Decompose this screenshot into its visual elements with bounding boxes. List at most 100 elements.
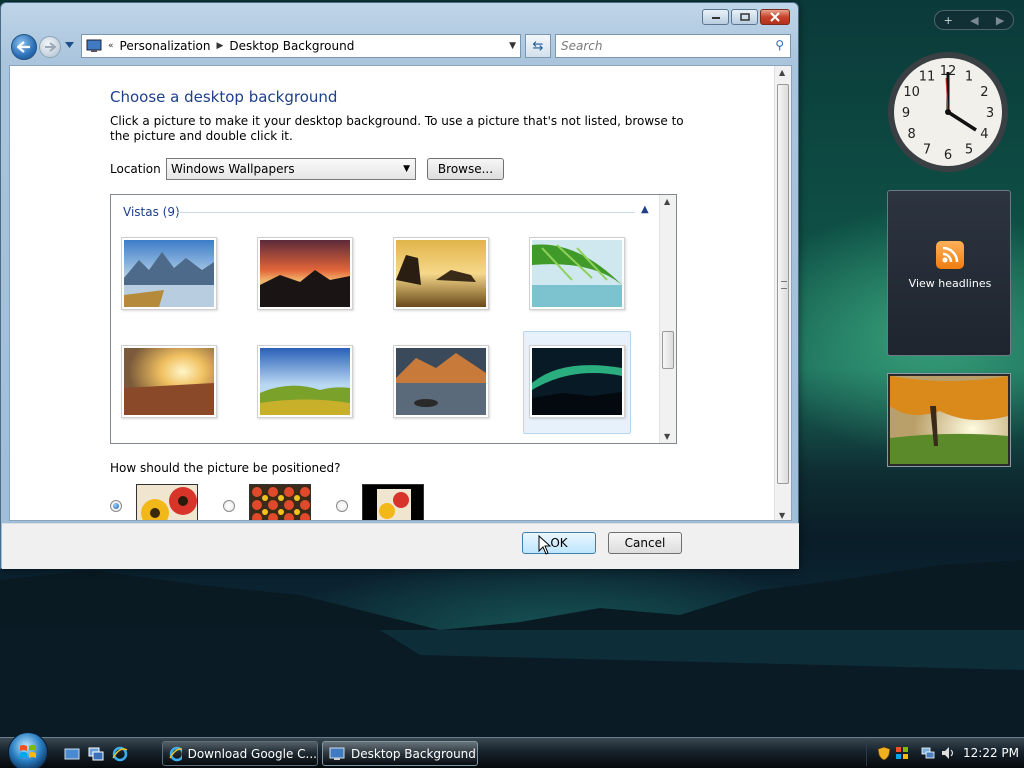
clock-numeral: 5: [965, 142, 973, 157]
collapse-group-icon[interactable]: ▲: [641, 204, 649, 215]
flower-tile-image: [250, 485, 310, 520]
chevron-down-icon: ▼: [403, 164, 410, 174]
wallpaper-image-rocky-coast: [396, 240, 486, 307]
scroll-up-icon[interactable]: ▲: [779, 68, 785, 77]
breadcrumb-overflow-icon[interactable]: «: [108, 41, 114, 51]
back-button[interactable]: [11, 34, 37, 60]
switch-windows-icon[interactable]: [88, 746, 104, 762]
mouse-cursor-icon: [538, 535, 552, 555]
search-input[interactable]: Search ⚲: [555, 34, 791, 58]
minimize-button[interactable]: [702, 9, 729, 25]
search-icon[interactable]: ⚲: [775, 38, 784, 52]
wallpaper-thumbnail-3[interactable]: [393, 237, 489, 310]
clock-numeral: 1: [965, 70, 973, 85]
wallpaper-gallery: Vistas (9) ▲ ▲ ▼: [110, 194, 677, 444]
close-button[interactable]: [760, 9, 790, 25]
notification-area: 12:22 PM: [866, 741, 1022, 766]
scroll-down-icon[interactable]: ▼: [664, 432, 670, 441]
content-pane: Choose a desktop background Click a pict…: [9, 65, 792, 521]
internet-explorer-icon[interactable]: [112, 746, 128, 762]
gallery-scrollbar[interactable]: ▲ ▼: [659, 195, 676, 443]
wallpaper-image-green-hills: [260, 348, 350, 415]
desktop-background-window: « Personalization ▶ Desktop Background ▼…: [0, 2, 799, 569]
position-option-center[interactable]: [362, 484, 424, 520]
group-divider: [177, 212, 635, 213]
scroll-down-icon[interactable]: ▼: [779, 511, 785, 520]
wallpaper-image-sunrise-field: [124, 348, 214, 415]
position-radio-tile[interactable]: [223, 500, 235, 512]
caption-buttons: [702, 9, 790, 25]
clock-numeral: 7: [923, 142, 931, 157]
browse-button[interactable]: Browse...: [427, 158, 504, 180]
wallpaper-thumbnail-1[interactable]: [121, 237, 217, 310]
wallpaper-thumbnail-5[interactable]: [121, 345, 217, 418]
windows-update-icon[interactable]: [895, 746, 909, 760]
desktop-wallpaper: [0, 560, 1024, 740]
location-select[interactable]: Windows Wallpapers ▼: [166, 158, 416, 180]
feed-label: View headlines: [908, 277, 992, 290]
feed-headlines-gadget[interactable]: View headlines: [887, 190, 1011, 356]
recent-pages-dropdown-icon[interactable]: [65, 42, 74, 48]
ok-button[interactable]: OK: [522, 532, 596, 554]
breadcrumb-personalization[interactable]: Personalization: [120, 39, 211, 53]
start-button[interactable]: [8, 732, 48, 768]
forward-button[interactable]: [39, 36, 61, 58]
maximize-icon: [739, 13, 750, 21]
clock-time[interactable]: 12:22 PM: [963, 746, 1019, 760]
group-header-vistas[interactable]: Vistas (9): [123, 205, 180, 219]
network-icon[interactable]: [921, 746, 935, 760]
gallery-scroll-thumb[interactable]: [662, 331, 674, 369]
position-option-tile[interactable]: [249, 484, 311, 520]
clock-numeral: 10: [903, 85, 920, 100]
wallpaper-thumbnail-8[interactable]: [529, 345, 625, 418]
wallpaper-thumbnail-4[interactable]: [529, 237, 625, 310]
refresh-icon: ⇆: [532, 38, 544, 54]
clock-gadget[interactable]: 12 1234567891011: [886, 50, 1010, 174]
clock-numeral: 3: [986, 106, 994, 121]
slideshow-gadget[interactable]: [887, 373, 1011, 467]
scroll-up-icon[interactable]: ▲: [664, 197, 670, 206]
maximize-button[interactable]: [731, 9, 758, 25]
clock-numeral: 4: [980, 127, 988, 142]
clock-numeral: 9: [902, 106, 910, 121]
previous-page-icon[interactable]: ◀: [970, 14, 978, 27]
wallpaper-thumbnail-6[interactable]: [257, 345, 353, 418]
clock-numeral: 6: [944, 148, 952, 163]
taskbar-button-label: Desktop Background: [351, 746, 476, 761]
breadcrumb-separator-icon[interactable]: ▶: [217, 41, 224, 51]
position-option-fit[interactable]: [136, 484, 198, 520]
wallpaper-image-river: [124, 240, 214, 307]
position-label: How should the picture be positioned?: [110, 461, 341, 475]
close-icon: [770, 12, 780, 22]
control-panel-icon: [329, 747, 345, 760]
content-scrollbar[interactable]: ▲ ▼: [774, 66, 791, 520]
taskbar-button-browser[interactable]: Download Google C...: [162, 741, 318, 766]
address-dropdown-icon[interactable]: ▼: [509, 41, 516, 51]
add-gadget-icon[interactable]: +: [944, 14, 953, 27]
flower-center-image: [363, 485, 423, 520]
page-title: Choose a desktop background: [110, 88, 338, 106]
arrow-left-icon: [17, 41, 30, 53]
page-description: Click a picture to make it your desktop …: [110, 114, 684, 143]
wallpaper-thumbnail-2[interactable]: [257, 237, 353, 310]
next-page-icon[interactable]: ▶: [996, 14, 1004, 27]
address-bar[interactable]: « Personalization ▶ Desktop Background ▼: [81, 34, 521, 58]
show-desktop-icon[interactable]: [64, 746, 80, 762]
breadcrumb-desktop-background[interactable]: Desktop Background: [229, 39, 354, 53]
clock-numeral: 11: [919, 70, 936, 85]
scroll-grip: [781, 281, 787, 289]
position-radio-center[interactable]: [336, 500, 348, 512]
refresh-button[interactable]: ⇆: [525, 34, 551, 58]
location-value: Windows Wallpapers: [171, 162, 295, 176]
taskbar-button-desktop-background[interactable]: Desktop Background: [322, 741, 478, 766]
wallpaper-thumbnail-7[interactable]: [393, 345, 489, 418]
volume-icon[interactable]: [941, 746, 955, 760]
security-shield-icon[interactable]: [877, 746, 891, 760]
flower-fit-image: [137, 485, 197, 520]
wallpaper-image-aurora: [532, 348, 622, 415]
clock-numeral: 8: [907, 127, 915, 142]
content-scroll-thumb[interactable]: [777, 84, 789, 484]
dialog-footer: OK Cancel: [2, 523, 799, 569]
cancel-button[interactable]: Cancel: [608, 532, 682, 554]
position-radio-fit[interactable]: [110, 500, 122, 512]
